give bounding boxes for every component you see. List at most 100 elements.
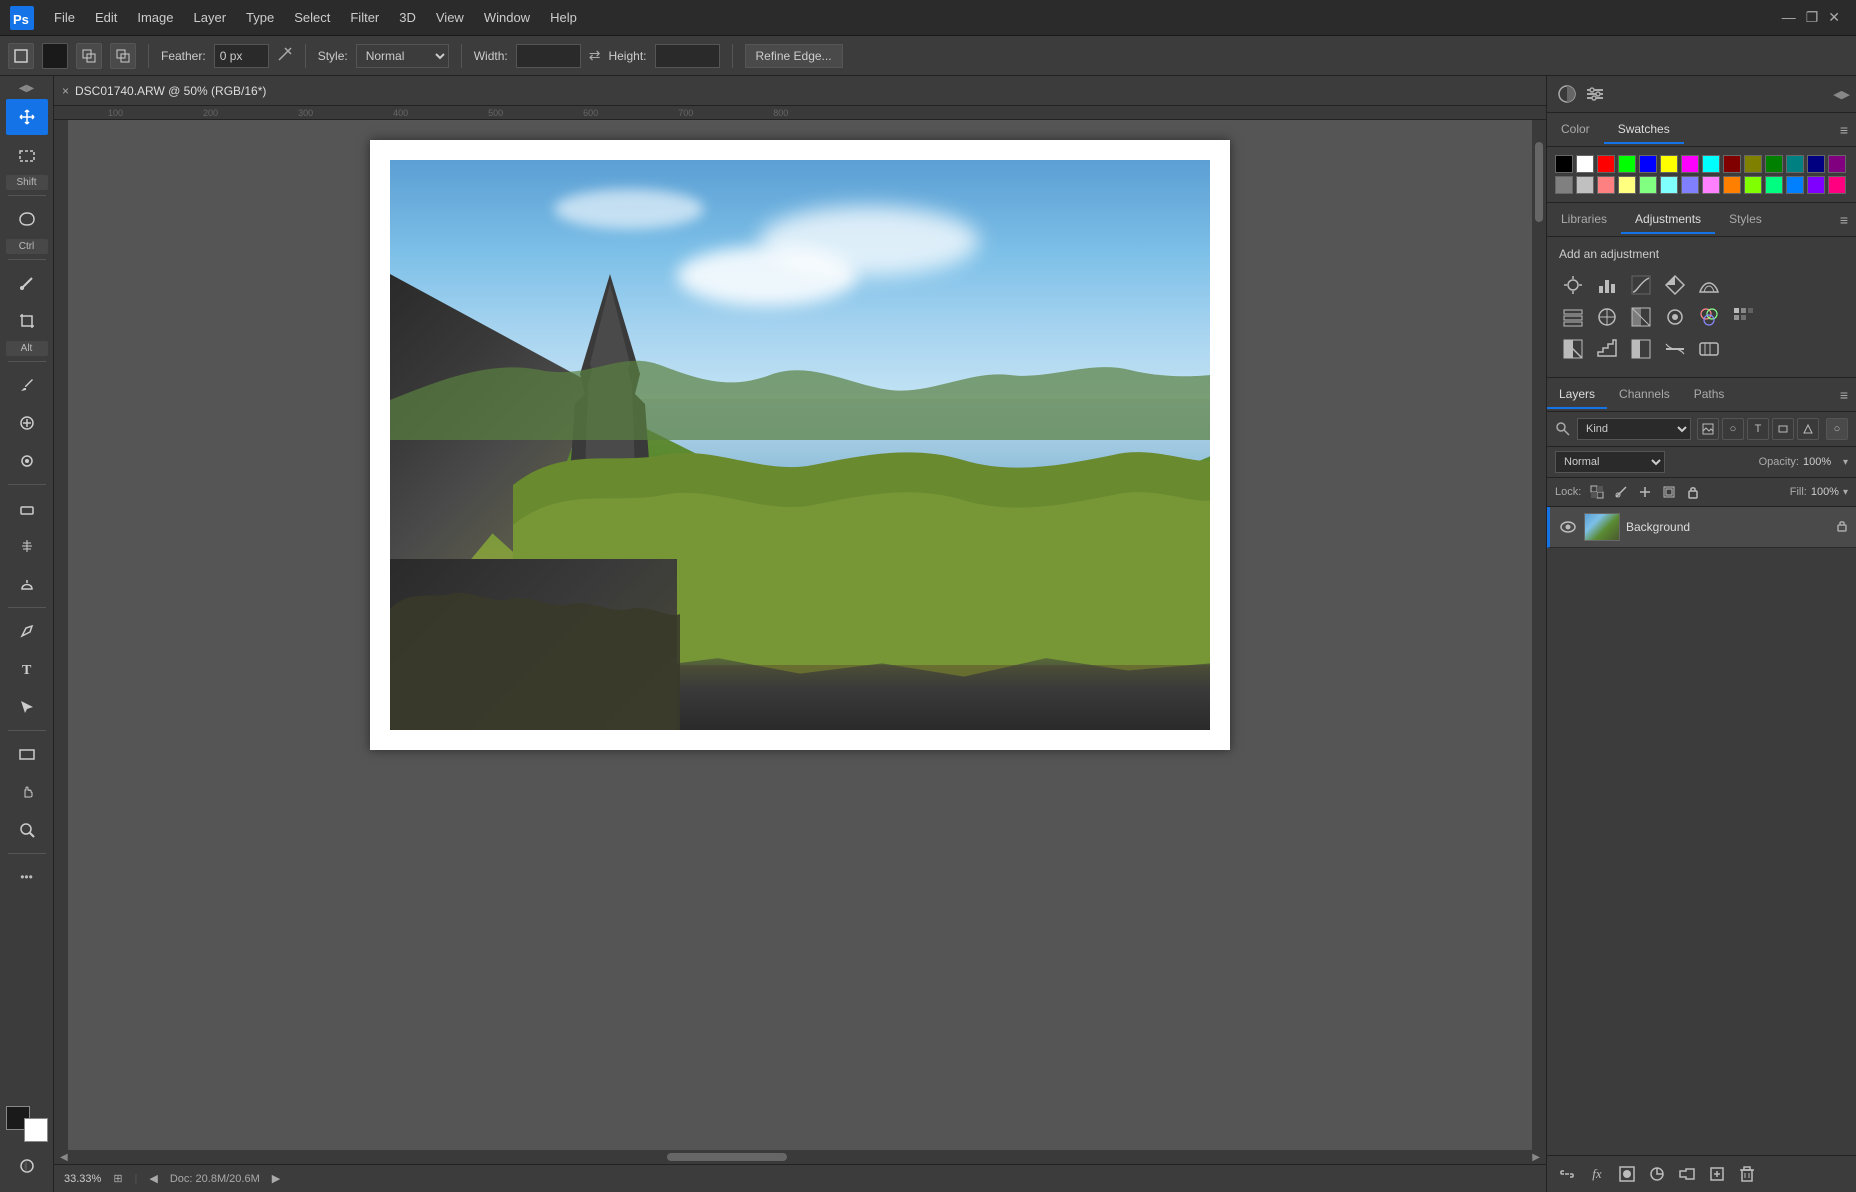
swatch[interactable] [1639, 176, 1657, 194]
swatch[interactable] [1597, 155, 1615, 173]
swatch[interactable] [1576, 176, 1594, 194]
minimize-btn[interactable]: — [1782, 9, 1796, 26]
swatch[interactable] [1618, 155, 1636, 173]
feather-input[interactable] [214, 44, 269, 68]
swatch[interactable] [1639, 155, 1657, 173]
swatch[interactable] [1807, 155, 1825, 173]
menu-3d[interactable]: 3D [389, 6, 426, 29]
tab-libraries[interactable]: Libraries [1547, 206, 1621, 234]
swatch[interactable] [1744, 176, 1762, 194]
h-scroll-thumb[interactable] [667, 1153, 787, 1161]
menu-view[interactable]: View [426, 6, 474, 29]
tab-styles[interactable]: Styles [1715, 206, 1776, 234]
layer-new-btn[interactable] [1705, 1162, 1729, 1186]
adj-vibrance[interactable] [1693, 271, 1725, 299]
swatch[interactable] [1681, 176, 1699, 194]
swatch[interactable] [1702, 155, 1720, 173]
status-right-arrow[interactable]: ▶ [272, 1172, 280, 1185]
swatch[interactable] [1681, 155, 1699, 173]
layer-fx-btn[interactable]: fx [1585, 1162, 1609, 1186]
adj-levels[interactable] [1591, 271, 1623, 299]
swatch[interactable] [1660, 176, 1678, 194]
adj-colorbal[interactable] [1591, 303, 1623, 331]
filter-icon-smart[interactable] [1797, 418, 1819, 440]
layer-adj-btn[interactable] [1645, 1162, 1669, 1186]
toolbar-collapse-btn[interactable]: ◀▶ [19, 83, 34, 94]
refine-edge-btn[interactable]: Refine Edge... [745, 44, 843, 68]
adj-channel-mixer[interactable] [1693, 303, 1725, 331]
adj-bw[interactable] [1625, 303, 1657, 331]
layer-delete-btn[interactable] [1735, 1162, 1759, 1186]
v-scrollbar[interactable] [1532, 120, 1546, 1150]
panel-icon-color[interactable] [1553, 80, 1581, 108]
swatches-menu-btn[interactable]: ≡ [1840, 122, 1848, 138]
menu-select[interactable]: Select [284, 6, 340, 29]
quick-mask-btn[interactable] [6, 1148, 48, 1184]
adj-photo-filter[interactable] [1659, 303, 1691, 331]
filter-icon-shape[interactable] [1772, 418, 1794, 440]
sel-intersect-btn[interactable] [110, 43, 136, 69]
more-tools-btn[interactable]: ••• [6, 859, 48, 895]
v-scroll-thumb[interactable] [1535, 142, 1543, 222]
swap-wh-icon[interactable]: ⇄ [589, 47, 601, 64]
sel-mode-btn[interactable] [76, 43, 102, 69]
menu-filter[interactable]: Filter [340, 6, 389, 29]
swatch[interactable] [1744, 155, 1762, 173]
tab-swatches[interactable]: Swatches [1604, 116, 1684, 144]
adj-posterize[interactable] [1591, 335, 1623, 363]
swatch[interactable] [1765, 176, 1783, 194]
tool-hand[interactable] [6, 774, 48, 810]
swatch[interactable] [1618, 176, 1636, 194]
adj-menu-btn[interactable]: ≡ [1840, 212, 1848, 228]
rect-sel-btn[interactable] [8, 43, 34, 69]
close-btn[interactable]: ✕ [1828, 9, 1840, 26]
menu-image[interactable]: Image [127, 6, 183, 29]
menu-file[interactable]: File [44, 6, 85, 29]
h-scrollbar[interactable]: ◀ ▶ [54, 1150, 1546, 1164]
swatch[interactable] [1555, 176, 1573, 194]
adj-threshold[interactable] [1625, 335, 1657, 363]
swatch[interactable] [1723, 155, 1741, 173]
lock-transparent[interactable] [1587, 482, 1607, 502]
swatch[interactable] [1597, 176, 1615, 194]
tab-layers[interactable]: Layers [1547, 381, 1607, 409]
tab-paths[interactable]: Paths [1682, 381, 1737, 409]
tool-eyedropper[interactable] [6, 367, 48, 403]
lock-position[interactable] [1635, 482, 1655, 502]
bg-color[interactable] [24, 1118, 48, 1142]
tool-path-select[interactable] [6, 689, 48, 725]
swatch[interactable] [1786, 176, 1804, 194]
adj-exposure[interactable] [1659, 271, 1691, 299]
layer-link-btn[interactable] [1555, 1162, 1579, 1186]
adj-gradient-map[interactable] [1659, 335, 1691, 363]
swatch[interactable] [1555, 155, 1573, 173]
status-left-arrow[interactable]: ◀ [149, 1172, 157, 1185]
height-input[interactable] [655, 44, 720, 68]
swatch[interactable] [1660, 155, 1678, 173]
adj-selective-color[interactable] [1693, 335, 1725, 363]
menu-window[interactable]: Window [474, 6, 540, 29]
tool-zoom[interactable] [6, 812, 48, 848]
swatch[interactable] [1765, 155, 1783, 173]
layer-visibility-bg[interactable] [1558, 517, 1578, 537]
swatch[interactable] [1786, 155, 1804, 173]
lock-all[interactable] [1683, 482, 1703, 502]
lock-image[interactable] [1611, 482, 1631, 502]
filter-toggle[interactable]: ○ [1826, 418, 1848, 440]
layer-background[interactable]: Background [1547, 507, 1856, 548]
scroll-left-arrow[interactable]: ◀ [56, 1152, 72, 1163]
layer-group-btn[interactable] [1675, 1162, 1699, 1186]
swatch[interactable] [1807, 176, 1825, 194]
filter-kind-select[interactable]: Kind [1577, 418, 1691, 440]
adj-color-lookup[interactable] [1727, 303, 1759, 331]
tool-blur[interactable] [6, 528, 48, 564]
swatch[interactable] [1723, 176, 1741, 194]
swatch[interactable] [1702, 176, 1720, 194]
tool-brush[interactable] [6, 265, 48, 301]
fg-color-small[interactable] [42, 43, 68, 69]
adj-curves[interactable] [1625, 271, 1657, 299]
opacity-dropdown[interactable]: ▾ [1843, 457, 1848, 468]
swatch[interactable] [1828, 155, 1846, 173]
fill-dropdown[interactable]: ▾ [1843, 487, 1848, 498]
scroll-right-arrow[interactable]: ▶ [1528, 1152, 1544, 1163]
